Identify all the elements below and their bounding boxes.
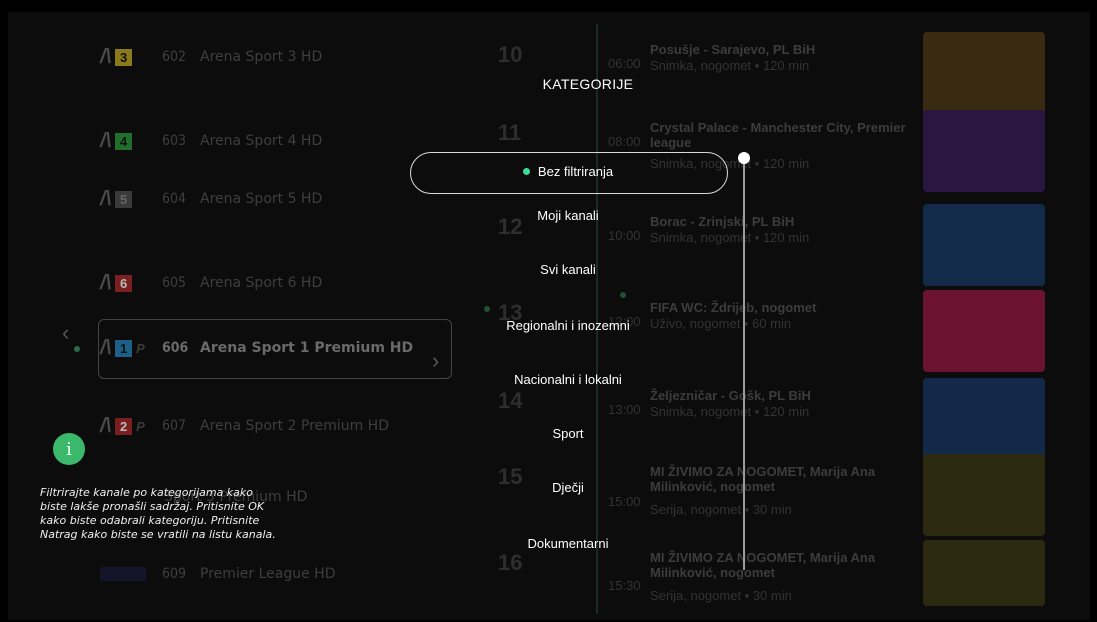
channel-row-selected[interactable]: /\ 1 P 606 Arena Sport 1 Premium HD <box>100 323 460 373</box>
chevron-left-icon[interactable]: ‹ <box>62 320 69 346</box>
program-time: 10:00 <box>608 228 641 243</box>
channel-row[interactable]: /\ 6 605 Arena Sport 6 HD <box>100 258 460 308</box>
program-thumbnail <box>923 540 1045 606</box>
channel-name: Premier League HD <box>200 566 336 582</box>
channel-row[interactable]: /\ 4 603 Arena Sport 4 HD <box>100 116 460 166</box>
channel-name: Arena Sport 2 Premium HD <box>200 418 389 434</box>
program-item[interactable]: 16 15:30 MI ŽIVIMO ZA NOGOMET, Marija An… <box>488 540 1045 620</box>
program-title: Željezničar - Gošk, PL BiH <box>650 388 811 403</box>
channel-number: 607 <box>162 418 187 434</box>
category-item-svi-kanali[interactable]: Svi kanali <box>468 262 668 277</box>
channel-name: Arena Sport 5 HD <box>200 191 323 207</box>
channel-logo: /\ 3 <box>100 46 162 69</box>
channel-name: Arena Sport 1 Premium HD <box>200 340 414 356</box>
channel-name: Arena Sport 4 HD <box>200 133 323 149</box>
chevron-right-icon[interactable]: › <box>432 348 439 374</box>
program-subtitle: Snimka, nogomet • 120 min <box>650 230 810 245</box>
category-label: Bez filtriranja <box>537 164 614 179</box>
program-subtitle: Snimka, nogomet • 120 min <box>650 58 810 73</box>
channel-row[interactable]: /\ 5 604 Arena Sport 5 HD <box>100 174 460 224</box>
program-title: FIFA WC: Ždrijeb, nogomet <box>650 300 817 315</box>
program-subtitle: Snimka, nogomet • 120 min <box>650 404 810 419</box>
scrollbar-thumb[interactable] <box>738 152 750 164</box>
category-item-regionalni[interactable]: Regionalni i inozemni <box>468 318 668 333</box>
channel-number: 609 <box>162 566 187 582</box>
program-title: Crystal Palace - Manchester City, Premie… <box>650 120 906 150</box>
program-thumbnail <box>923 32 1045 114</box>
category-label: Sport <box>552 426 584 441</box>
category-label: Dokumentarni <box>527 536 609 551</box>
category-scrollbar[interactable] <box>743 160 745 570</box>
channel-logo: /\ 4 <box>100 130 162 153</box>
program-hour: 10 <box>498 42 523 67</box>
category-item-sport[interactable]: Sport <box>468 426 668 441</box>
category-label: Regionalni i inozemni <box>506 318 630 333</box>
program-hour: 16 <box>498 550 523 575</box>
program-time: 08:00 <box>608 134 641 149</box>
category-label: Moji kanali <box>537 208 599 223</box>
program-hour: 11 <box>498 120 522 145</box>
program-thumbnail <box>923 378 1045 460</box>
program-time: 13:00 <box>608 402 641 417</box>
selected-dot-icon <box>522 168 530 176</box>
program-time: 15:30 <box>608 578 641 593</box>
category-item-djecji[interactable]: Dječji <box>468 480 668 495</box>
program-hour: 14 <box>498 388 523 413</box>
category-item-moji-kanali[interactable]: Moji kanali <box>468 208 668 223</box>
program-thumbnail <box>923 204 1045 286</box>
categories-title: KATEGORIJE <box>542 76 634 92</box>
info-icon: i <box>53 433 85 465</box>
program-subtitle: Uživo, nogomet • 60 min <box>650 316 792 331</box>
category-item-dokumentarni[interactable]: Dokumentarni <box>468 536 668 551</box>
program-thumbnail <box>923 110 1045 192</box>
program-time: 06:00 <box>608 56 641 71</box>
program-title: Posušje - Sarajevo, PL BiH <box>650 42 816 57</box>
category-label: Nacionalni i lokalni <box>514 372 622 387</box>
program-thumbnail <box>923 454 1045 536</box>
channel-number: 605 <box>162 275 187 291</box>
channel-number: 606 <box>162 340 189 356</box>
channel-logo: /\ 5 <box>100 188 162 211</box>
channel-row[interactable]: 609 Premier League HD <box>100 549 460 599</box>
channel-number: 603 <box>162 133 187 149</box>
channel-name: Arena Sport 3 HD <box>200 49 323 65</box>
category-item-nacionalni[interactable]: Nacionalni i lokalni <box>468 372 668 387</box>
channel-logo: /\ 6 <box>100 272 162 295</box>
category-label: Dječji <box>552 480 584 495</box>
channel-row[interactable]: /\ 3 602 Arena Sport 3 HD <box>100 32 460 82</box>
program-time: 15:00 <box>608 494 641 509</box>
channel-number: 602 <box>162 49 187 65</box>
info-text: Filtrirajte kanale po kategorijama kako … <box>40 486 276 541</box>
channel-logo <box>100 567 162 581</box>
program-title: Borac - Zrinjski, PL BiH <box>650 214 795 229</box>
program-item[interactable]: 12 10:00 Borac - Zrinjski, PL BiH Snimka… <box>488 204 1045 300</box>
program-title: MI ŽIVIMO ZA NOGOMET, Marija Ana Milinko… <box>650 550 876 580</box>
program-subtitle: Serija, nogomet • 30 min <box>650 588 792 603</box>
channel-logo: /\ 2 P <box>100 414 145 437</box>
current-channel-dot <box>74 346 80 352</box>
channel-logo: /\ 1 P <box>100 336 145 359</box>
program-subtitle: Serija, nogomet • 30 min <box>650 502 792 517</box>
channel-row[interactable]: /\ 2 P 607 Arena Sport 2 Premium HD <box>100 401 460 451</box>
category-item-bez-filtriranja[interactable]: Bez filtriranja <box>468 152 668 192</box>
channel-name: Arena Sport 6 HD <box>200 275 323 291</box>
tv-guide-screen: /\ 3 602 Arena Sport 3 HD /\ 4 603 Arena S… <box>8 12 1090 620</box>
program-title: MI ŽIVIMO ZA NOGOMET, Marija Ana Milinko… <box>650 464 876 494</box>
channel-number: 604 <box>162 191 187 207</box>
category-label: Svi kanali <box>540 262 596 277</box>
program-thumbnail <box>923 290 1045 372</box>
